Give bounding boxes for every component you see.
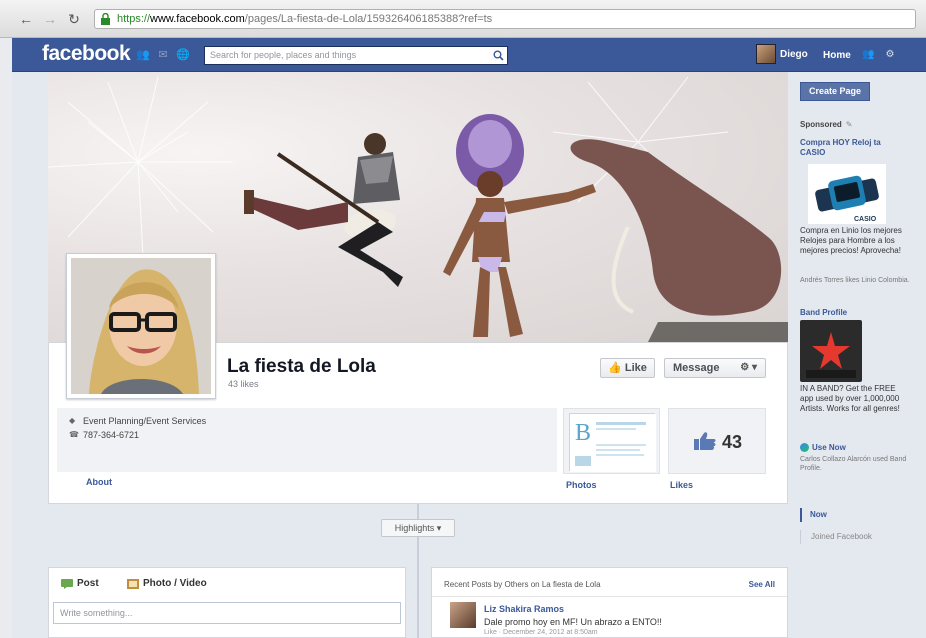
- svg-text:B: B: [575, 420, 591, 446]
- likes-count: 43: [722, 432, 743, 452]
- home-link[interactable]: Home: [823, 50, 851, 61]
- tab-photo-video[interactable]: Photo / Video: [127, 578, 207, 589]
- profile-picture[interactable]: [66, 253, 216, 399]
- recent-posts-box: Recent Posts by Others on La fiesta de L…: [431, 567, 788, 638]
- write-something-input[interactable]: Write something...: [53, 602, 401, 624]
- settings-gear-icon[interactable]: ⚙: [884, 49, 896, 61]
- highlights-label: Highlights: [394, 523, 435, 533]
- about-link[interactable]: About: [86, 477, 112, 487]
- notifications-icon[interactable]: 🌐: [176, 48, 190, 62]
- timeline-nav-now[interactable]: Now: [800, 508, 827, 522]
- page-phone: 787-364-6721: [83, 430, 140, 440]
- ad2-use-label: Use Now: [812, 443, 846, 452]
- post-text: Dale promo hoy en MF! Un abrazo a ENTO!!: [484, 617, 662, 627]
- ad1-body: Compra en Linio los mejores Relojes para…: [800, 226, 902, 255]
- message-button[interactable]: Message ⚙ ▾: [664, 358, 766, 378]
- ad1-image[interactable]: CASIO: [808, 164, 886, 224]
- url-scheme: https://: [117, 13, 151, 25]
- forward-icon[interactable]: →: [42, 11, 58, 27]
- ad1-social: Andrés Torres likes Linio Colombia.: [800, 277, 910, 284]
- page-likes-subtitle: 43 likes: [228, 379, 259, 389]
- facebook-top-bar: facebook 👥 ✉ 🌐 Search for people, places…: [12, 38, 926, 72]
- messages-icon[interactable]: ✉: [156, 48, 170, 62]
- search-input[interactable]: Search for people, places and things: [204, 46, 508, 65]
- elephant-figure: [570, 139, 788, 342]
- see-all-link[interactable]: See All: [749, 580, 775, 589]
- chevron-down-icon: ▾: [436, 523, 442, 533]
- phone-icon: ☎: [69, 430, 79, 439]
- avatar: [756, 44, 776, 64]
- category-line: ◆ Event Planning/Event Services: [69, 416, 206, 426]
- photos-link[interactable]: Photos: [566, 480, 597, 490]
- profile-photo: [71, 258, 211, 394]
- divider: [432, 596, 787, 597]
- address-bar[interactable]: https://www.facebook.com/pages/La-fiesta…: [94, 9, 916, 29]
- like-button-label: Like: [624, 362, 647, 374]
- svg-text:CASIO: CASIO: [854, 216, 877, 223]
- message-button-label: Message: [673, 362, 720, 374]
- user-profile-link[interactable]: Diego: [756, 44, 808, 64]
- page-category: Event Planning/Event Services: [83, 416, 207, 426]
- post-author[interactable]: Liz Shakira Ramos: [484, 604, 564, 614]
- like-icon: 👍: [608, 362, 622, 374]
- likes-tile[interactable]: [668, 408, 766, 474]
- photos-thumbnail: B: [569, 413, 656, 472]
- url-host: www.facebook.com: [150, 13, 245, 25]
- likes-link[interactable]: Likes: [670, 480, 693, 490]
- recent-posts-title: Recent Posts by Others on La fiesta de L…: [444, 580, 601, 589]
- facebook-logo[interactable]: facebook: [42, 42, 131, 66]
- post-meta: Like · December 24, 2012 at 8:50am: [484, 629, 598, 636]
- tag-icon: ◆: [69, 416, 76, 425]
- tab-photo-video-label: Photo / Video: [143, 578, 207, 589]
- back-icon[interactable]: ←: [18, 11, 34, 27]
- ad2-image[interactable]: [800, 320, 862, 382]
- ad1-title[interactable]: Compra HOY Reloj ta CASIO: [800, 138, 900, 158]
- friend-requests-icon[interactable]: 👥: [136, 48, 150, 62]
- edit-ads-icon[interactable]: ✎: [846, 120, 853, 129]
- tab-post[interactable]: Post: [61, 578, 99, 589]
- sponsored-header: Sponsored ✎: [800, 120, 852, 129]
- ad2-title[interactable]: Band Profile: [800, 308, 847, 317]
- lock-icon: [101, 13, 110, 25]
- page-title[interactable]: La fiesta de Lola: [227, 356, 376, 378]
- post-composer: Post Photo / Video Write something...: [48, 567, 406, 638]
- app-icon: [800, 443, 809, 452]
- sponsored-label: Sponsored: [800, 120, 842, 129]
- user-name: Diego: [780, 48, 808, 60]
- tab-post-label: Post: [77, 578, 99, 589]
- photos-tile[interactable]: B: [563, 408, 660, 474]
- timeline-nav-joined[interactable]: Joined Facebook: [800, 530, 872, 544]
- browser-toolbar: ← → ↻ https://www.facebook.com/pages/La-…: [0, 0, 926, 38]
- notification-jewels: 👥 ✉ 🌐: [136, 48, 190, 62]
- search-icon[interactable]: [493, 50, 504, 61]
- reload-icon[interactable]: ↻: [66, 11, 82, 27]
- create-page-button[interactable]: Create Page: [800, 82, 870, 101]
- ad2-body: IN A BAND? Get the FREE app used by over…: [800, 384, 900, 413]
- phone-line: ☎ 787-364-6721: [69, 430, 139, 440]
- gear-icon[interactable]: ⚙ ▾: [740, 359, 757, 377]
- thumbs-up-icon: [694, 432, 716, 450]
- avatar[interactable]: [450, 602, 476, 628]
- guitarist-figure: [244, 133, 403, 287]
- like-button[interactable]: 👍 Like: [600, 358, 655, 378]
- ad2-use-now-link[interactable]: Use Now: [800, 443, 846, 452]
- find-friends-icon[interactable]: 👥: [862, 49, 874, 61]
- status-icon: [61, 578, 73, 589]
- photo-icon: [127, 578, 139, 589]
- about-info-box: ◆ Event Planning/Event Services ☎ 787-36…: [57, 408, 557, 472]
- url-path: /pages/La-fiesta-de-Lola/159326406185388…: [244, 13, 493, 25]
- ad2-social: Carlos Collazo Alarcón used Band Profile…: [800, 456, 907, 472]
- highlights-dropdown[interactable]: Highlights ▾: [381, 519, 455, 537]
